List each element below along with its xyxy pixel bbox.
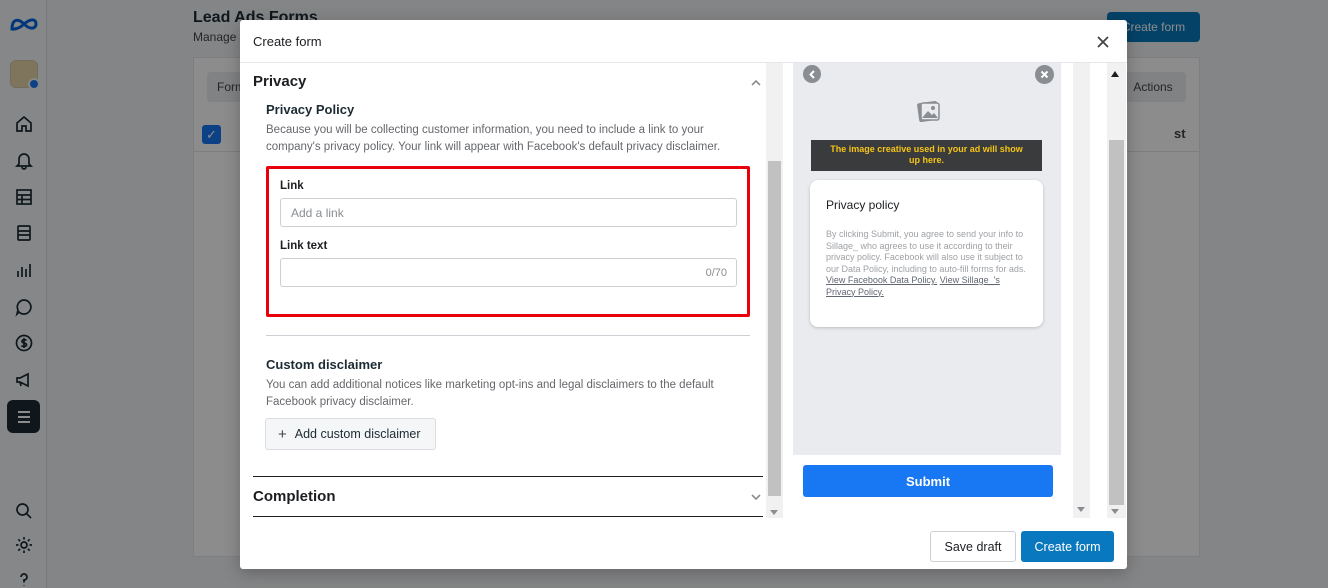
link-text-field[interactable]: 0/70 [280,258,737,287]
preview-scrollbar[interactable] [1073,63,1090,518]
privacy-card-body: By clicking Submit, you agree to send yo… [826,229,1026,274]
create-form-dialog: Create form Privacy Privacy Policy Becau… [240,20,1127,569]
close-icon[interactable] [1093,32,1113,52]
dialog-scrollbar-thumb[interactable] [1109,140,1124,505]
create-form-button[interactable]: Create form [1021,531,1114,562]
add-custom-disclaimer-button[interactable]: + Add custom disclaimer [265,418,436,450]
custom-disclaimer-title: Custom disclaimer [266,357,383,372]
image-creative-notice: The image creative used in your ad will … [811,140,1042,171]
highlight-box [266,166,750,317]
privacy-section-title[interactable]: Privacy [253,73,306,90]
privacy-card-text: By clicking Submit, you agree to send yo… [826,229,1026,298]
back-arrow-icon[interactable] [803,65,821,83]
dialog-scroll-up-arrow-icon[interactable] [1111,71,1119,77]
section-divider [266,335,750,336]
plus-icon: + [278,425,287,443]
save-draft-button[interactable]: Save draft [930,531,1016,562]
form-editor: Privacy Privacy Policy Because you will … [240,63,785,518]
chevron-up-icon[interactable] [750,76,762,88]
add-custom-disclaimer-label: Add custom disclaimer [294,427,421,441]
privacy-policy-description: Because you will be collecting customer … [266,124,721,153]
dialog-scrollbar[interactable] [1107,63,1126,518]
completion-divider-bottom [253,516,763,517]
chevron-down-icon[interactable] [750,490,762,502]
completion-section-title[interactable]: Completion [253,488,336,505]
privacy-card-title: Privacy policy [826,198,900,212]
link-input[interactable] [281,199,736,226]
privacy-policy-title: Privacy Policy [266,102,355,117]
submit-button[interactable]: Submit [803,465,1053,497]
form-preview: The image creative used in your ad will … [793,63,1090,518]
link-text-label: Link text [280,240,328,252]
form-scrollbar[interactable] [766,63,783,518]
preview-scroll-down-arrow-icon[interactable] [1077,507,1085,512]
privacy-policy-card: Privacy policy By clicking Submit, you a… [810,180,1043,327]
dialog-scroll-down-arrow-icon[interactable] [1111,509,1119,514]
form-scrollbar-thumb[interactable] [768,161,781,496]
scroll-down-arrow-icon[interactable] [770,510,778,515]
link-label: Link [280,180,304,192]
link-field[interactable] [280,198,737,227]
image-placeholder-icon [913,96,943,126]
phone-preview: The image creative used in your ad will … [793,63,1061,455]
dialog-title: Create form [253,34,322,49]
completion-divider-top [253,476,763,477]
custom-disclaimer-description: You can add additional notices like mark… [266,379,714,408]
dialog-header: Create form [240,20,1127,63]
link-text-input[interactable] [281,259,736,286]
preview-close-icon[interactable] [1035,65,1054,84]
facebook-data-policy-link[interactable]: View Facebook Data Policy. [826,275,937,285]
character-counter: 0/70 [705,267,727,279]
